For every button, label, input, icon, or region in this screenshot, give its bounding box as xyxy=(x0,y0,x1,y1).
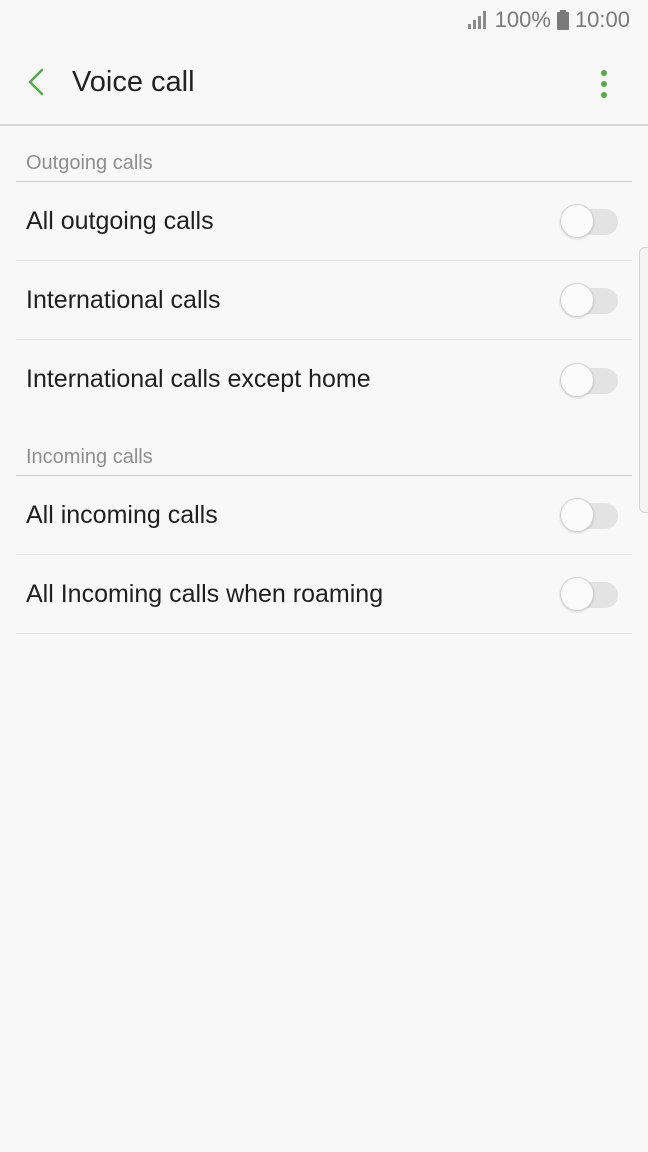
battery-percent: 100% xyxy=(494,7,551,32)
clock: 10:00 xyxy=(574,7,630,32)
battery-icon xyxy=(556,10,569,30)
toggle-switch[interactable] xyxy=(560,283,618,317)
setting-row-all-outgoing[interactable]: All outgoing calls xyxy=(16,182,632,261)
section-header-incoming: Incoming calls xyxy=(16,419,632,476)
switch-thumb xyxy=(560,577,594,611)
section-header-outgoing: Outgoing calls xyxy=(16,126,632,182)
switch-thumb xyxy=(560,498,594,532)
setting-label: International calls except home xyxy=(26,365,371,393)
back-button[interactable] xyxy=(0,40,72,124)
setting-label: International calls xyxy=(26,285,221,314)
chevron-left-icon xyxy=(28,68,44,96)
setting-row-international-except-home[interactable]: International calls except home xyxy=(16,340,632,419)
settings-list: Outgoing calls All outgoing calls Intern… xyxy=(16,126,632,634)
screen: 100% 10:00 Voice call Outgoing calls All… xyxy=(0,0,648,1152)
app-bar: Voice call xyxy=(0,40,648,126)
page-title: Voice call xyxy=(72,65,195,98)
more-vertical-icon xyxy=(601,70,607,98)
setting-row-international[interactable]: International calls xyxy=(16,261,632,340)
setting-label: All outgoing calls xyxy=(26,206,214,235)
toggle-switch[interactable] xyxy=(560,362,618,397)
setting-label: All incoming calls xyxy=(26,500,218,529)
switch-thumb xyxy=(560,362,594,397)
switch-thumb xyxy=(560,283,594,317)
setting-label: All Incoming calls when roaming xyxy=(26,579,384,608)
toggle-switch[interactable] xyxy=(560,577,618,611)
status-bar: 100% 10:00 xyxy=(0,0,648,40)
toggle-switch[interactable] xyxy=(560,204,618,238)
switch-thumb xyxy=(560,204,594,238)
setting-row-all-incoming[interactable]: All incoming calls xyxy=(16,476,632,555)
setting-row-incoming-roaming[interactable]: All Incoming calls when roaming xyxy=(16,555,632,634)
signal-icon xyxy=(467,11,486,29)
edge-panel-handle[interactable] xyxy=(639,247,648,513)
more-options-button[interactable] xyxy=(584,64,624,104)
toggle-switch[interactable] xyxy=(560,498,618,532)
